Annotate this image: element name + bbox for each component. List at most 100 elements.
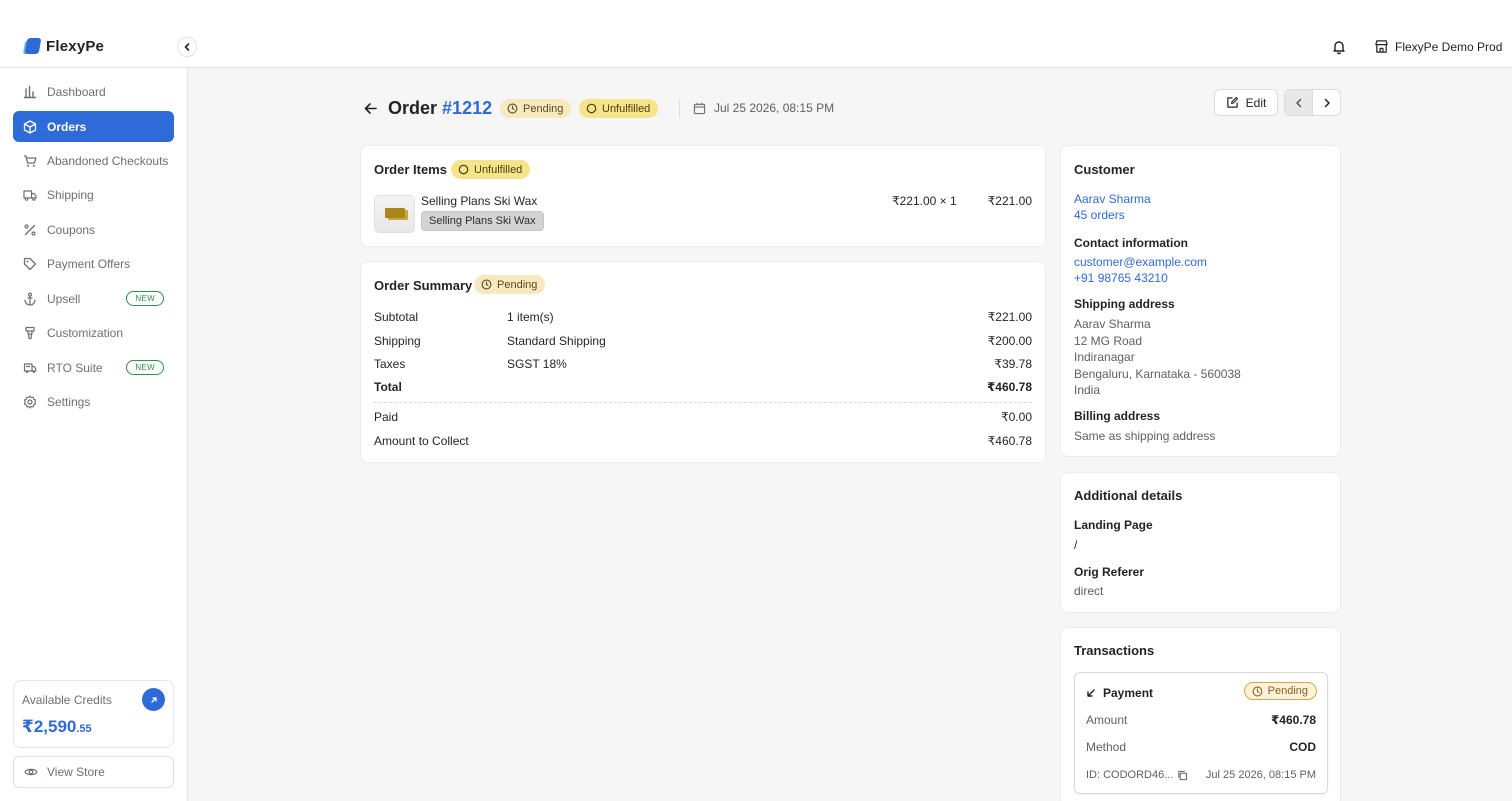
order-summary-title: Order Summary	[374, 278, 473, 293]
page-title: Order #1212	[388, 98, 492, 119]
payment-status-label: Pending	[523, 102, 564, 115]
clock-icon	[1252, 686, 1263, 696]
edit-label: Edit	[1245, 95, 1267, 110]
sidebar-item-abandoned-checkouts[interactable]: Abandoned Checkouts	[13, 145, 174, 176]
transaction-method: COD	[1289, 740, 1316, 754]
back-button[interactable]	[363, 101, 378, 119]
summary-row-amount: ₹200.00	[987, 334, 1032, 348]
previous-order-button[interactable]	[1285, 90, 1313, 115]
transaction-amount-row: Amount ₹460.78	[1086, 713, 1316, 727]
contact-info-title: Contact information	[1074, 236, 1188, 250]
payment-header: Payment	[1086, 686, 1153, 700]
sidebar-item-shipping[interactable]: Shipping	[13, 179, 174, 210]
order-pager	[1284, 89, 1341, 116]
box-icon	[23, 119, 37, 134]
app-logo[interactable]: FlexyPe	[22, 36, 105, 56]
arrow-down-left-icon	[1087, 689, 1095, 697]
summary-row-amount: ₹221.00	[987, 310, 1032, 324]
customer-orders-link[interactable]: 45 orders	[1074, 208, 1125, 222]
store-name: FlexyPe Demo Prod	[1395, 39, 1503, 54]
sidebar-item-payment-offers[interactable]: Payment Offers	[13, 248, 174, 279]
credits-open-button[interactable]	[142, 688, 165, 711]
summary-divider	[374, 402, 1032, 403]
transaction-method-label: Method	[1086, 740, 1127, 754]
copy-icon[interactable]	[1177, 770, 1188, 781]
anchor-icon	[23, 291, 37, 306]
items-status-badge: Unfulfilled	[451, 160, 531, 179]
transactions-title: Transactions	[1074, 643, 1155, 658]
edit-order-button[interactable]: Edit	[1214, 89, 1278, 116]
gear-icon	[23, 394, 37, 409]
next-order-button[interactable]	[1313, 90, 1340, 115]
order-summary-card: Order Summary Pending Subtotal 1 item(s)…	[360, 261, 1046, 463]
app-name: FlexyPe	[46, 37, 105, 55]
customer-email-link[interactable]: customer@example.com	[1074, 255, 1207, 269]
landing-page-value: /	[1074, 538, 1078, 552]
product-line-total: ₹221.00	[987, 194, 1032, 208]
transaction-status-label: Pending	[1267, 685, 1308, 697]
sidebar-item-label: Orders	[47, 119, 87, 134]
credits-label: Available Credits	[22, 693, 112, 707]
summary-row-amount-to-collect: Amount to Collect ₹460.78	[374, 434, 1032, 448]
paid-amount: ₹0.00	[1001, 410, 1032, 424]
flexype-logo-icon	[22, 36, 42, 56]
summary-row-detail: SGST 18%	[507, 357, 567, 371]
summary-row-label: Taxes	[374, 357, 406, 371]
transactions-card: Transactions Payment Pending Amount ₹460…	[1060, 627, 1341, 801]
sidebar-item-label: Payment Offers	[47, 256, 131, 271]
collect-amount: ₹460.78	[987, 434, 1032, 448]
fulfillment-status-label: Unfulfilled	[602, 102, 651, 115]
payment-transaction[interactable]: Payment Pending Amount ₹460.78 Method CO…	[1074, 672, 1328, 794]
clock-icon	[481, 279, 492, 290]
order-title-prefix: Order	[388, 98, 438, 118]
bell-icon	[1333, 41, 1345, 55]
shipping-address-line: Aarav Sharma	[1074, 317, 1151, 331]
cart-icon	[23, 154, 37, 168]
sidebar-item-label: Shipping	[47, 187, 94, 202]
sidebar-item-settings[interactable]: Settings	[13, 386, 174, 417]
store-icon	[1375, 40, 1388, 53]
sidebar-item-orders[interactable]: Orders	[13, 111, 174, 142]
variant-tag: Selling Plans Ski Wax	[421, 211, 544, 231]
sidebar-item-customization[interactable]: Customization	[13, 317, 174, 348]
summary-row-taxes: Taxes SGST 18% ₹39.78	[374, 357, 1032, 371]
circle-icon	[586, 103, 597, 114]
store-switcher[interactable]: FlexyPe Demo Prod	[1374, 39, 1502, 54]
view-store-button[interactable]: View Store	[13, 756, 174, 788]
rto-truck-icon	[23, 361, 37, 375]
billing-address-title: Billing address	[1074, 409, 1161, 423]
transaction-date: Jul 25 2026, 08:15 PM	[1205, 769, 1316, 781]
sidebar-item-coupons[interactable]: Coupons	[13, 214, 174, 245]
sidebar-item-dashboard[interactable]: Dashboard	[13, 76, 174, 107]
items-status-label: Unfulfilled	[474, 163, 523, 176]
transaction-id-row: ID: CODORD46... Jul 25 2026, 08:15 PM	[1086, 769, 1316, 781]
collapse-sidebar-button[interactable]	[177, 37, 197, 57]
billing-address: Same as shipping address	[1074, 429, 1216, 443]
credits-amount-main: ₹2,590	[22, 717, 77, 736]
sidebar-item-upsell[interactable]: Upsell NEW	[13, 283, 174, 314]
landing-page-label: Landing Page	[1074, 518, 1153, 532]
sidebar-item-label: Upsell	[47, 291, 81, 306]
circle-icon	[458, 164, 469, 175]
summary-row-label: Subtotal	[374, 310, 419, 324]
notifications-button[interactable]	[1331, 39, 1347, 58]
order-date-text: Jul 25 2026, 08:15 PM	[714, 101, 835, 115]
shipping-address-line: Indiranagar	[1074, 350, 1135, 364]
credits-amount: ₹2,590.55	[22, 717, 92, 737]
top-bar: FlexyPe FlexyPe Demo Prod	[0, 0, 1512, 68]
product-name[interactable]: Selling Plans Ski Wax	[421, 194, 537, 208]
product-thumbnail[interactable]	[374, 195, 415, 233]
customer-name-link[interactable]: Aarav Sharma	[1074, 192, 1151, 206]
sidebar: Dashboard Orders Abandoned Checkouts Shi…	[0, 68, 188, 801]
product-unit-price: ₹221.00 × 1	[892, 194, 957, 208]
summary-status-badge: Pending	[474, 275, 546, 294]
sidebar-item-rto-suite[interactable]: RTO Suite NEW	[13, 352, 174, 383]
summary-status-label: Pending	[497, 278, 538, 291]
cup-icon	[23, 326, 37, 340]
header-divider	[679, 99, 680, 119]
order-number: #1212	[442, 98, 493, 118]
shipping-address: Aarav Sharma 12 MG Road Indiranagar Beng…	[1074, 316, 1241, 399]
orig-referer-value: direct	[1074, 584, 1104, 598]
collect-label: Amount to Collect	[374, 434, 469, 448]
customer-phone-link[interactable]: +91 98765 43210	[1074, 271, 1168, 285]
